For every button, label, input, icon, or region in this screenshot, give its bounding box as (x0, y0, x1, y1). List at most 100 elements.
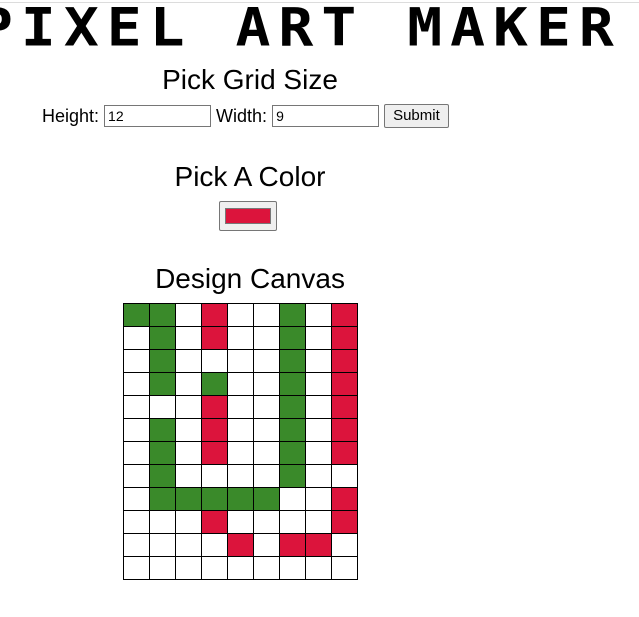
canvas-cell[interactable] (149, 418, 176, 442)
canvas-cell[interactable] (175, 418, 202, 442)
canvas-cell[interactable] (305, 372, 332, 396)
canvas-cell[interactable] (305, 349, 332, 373)
canvas-cell[interactable] (149, 441, 176, 465)
width-input[interactable] (272, 105, 380, 127)
canvas-cell[interactable] (279, 395, 306, 419)
canvas-cell[interactable] (149, 349, 176, 373)
canvas-cell[interactable] (123, 349, 150, 373)
canvas-cell[interactable] (279, 556, 306, 580)
canvas-cell[interactable] (331, 510, 358, 534)
canvas-cell[interactable] (279, 464, 306, 488)
canvas-cell[interactable] (279, 372, 306, 396)
canvas-cell[interactable] (175, 349, 202, 373)
canvas-cell[interactable] (201, 556, 228, 580)
canvas-cell[interactable] (253, 395, 280, 419)
color-picker[interactable] (219, 201, 277, 231)
canvas-cell[interactable] (175, 372, 202, 396)
canvas-cell[interactable] (253, 418, 280, 442)
canvas-cell[interactable] (123, 487, 150, 511)
canvas-cell[interactable] (123, 464, 150, 488)
canvas-cell[interactable] (149, 487, 176, 511)
canvas-cell[interactable] (149, 395, 176, 419)
canvas-cell[interactable] (201, 487, 228, 511)
canvas-cell[interactable] (175, 395, 202, 419)
canvas-cell[interactable] (201, 349, 228, 373)
canvas-cell[interactable] (305, 418, 332, 442)
canvas-cell[interactable] (331, 395, 358, 419)
canvas-cell[interactable] (227, 487, 254, 511)
canvas-cell[interactable] (227, 326, 254, 350)
canvas-cell[interactable] (279, 510, 306, 534)
canvas-cell[interactable] (331, 303, 358, 327)
canvas-cell[interactable] (305, 510, 332, 534)
canvas-cell[interactable] (253, 372, 280, 396)
canvas-cell[interactable] (331, 464, 358, 488)
canvas-cell[interactable] (123, 510, 150, 534)
canvas-cell[interactable] (149, 533, 176, 557)
canvas-cell[interactable] (149, 556, 176, 580)
canvas-cell[interactable] (253, 326, 280, 350)
canvas-cell[interactable] (175, 487, 202, 511)
canvas-cell[interactable] (331, 487, 358, 511)
canvas-cell[interactable] (305, 533, 332, 557)
canvas-cell[interactable] (331, 349, 358, 373)
canvas-cell[interactable] (175, 441, 202, 465)
canvas-cell[interactable] (175, 326, 202, 350)
canvas-cell[interactable] (175, 556, 202, 580)
canvas-cell[interactable] (149, 326, 176, 350)
canvas-cell[interactable] (253, 510, 280, 534)
canvas-cell[interactable] (253, 487, 280, 511)
canvas-cell[interactable] (227, 418, 254, 442)
canvas-cell[interactable] (305, 487, 332, 511)
canvas-cell[interactable] (305, 395, 332, 419)
canvas-cell[interactable] (123, 418, 150, 442)
submit-button[interactable]: Submit (384, 104, 449, 128)
canvas-cell[interactable] (253, 349, 280, 373)
canvas-cell[interactable] (305, 441, 332, 465)
canvas-cell[interactable] (201, 510, 228, 534)
height-input[interactable] (104, 105, 212, 127)
canvas-cell[interactable] (253, 464, 280, 488)
canvas-cell[interactable] (175, 533, 202, 557)
canvas-cell[interactable] (227, 556, 254, 580)
canvas-cell[interactable] (253, 556, 280, 580)
canvas-cell[interactable] (331, 533, 358, 557)
canvas-cell[interactable] (279, 303, 306, 327)
canvas-cell[interactable] (123, 303, 150, 327)
canvas-cell[interactable] (279, 326, 306, 350)
canvas-cell[interactable] (201, 303, 228, 327)
canvas-cell[interactable] (331, 372, 358, 396)
canvas-cell[interactable] (201, 441, 228, 465)
canvas-cell[interactable] (305, 303, 332, 327)
canvas-cell[interactable] (227, 395, 254, 419)
canvas-cell[interactable] (305, 556, 332, 580)
canvas-cell[interactable] (331, 556, 358, 580)
canvas-cell[interactable] (331, 418, 358, 442)
canvas-cell[interactable] (123, 556, 150, 580)
canvas-cell[interactable] (201, 395, 228, 419)
canvas-cell[interactable] (253, 441, 280, 465)
canvas-cell[interactable] (279, 418, 306, 442)
canvas-cell[interactable] (175, 303, 202, 327)
canvas-cell[interactable] (201, 464, 228, 488)
canvas-cell[interactable] (331, 326, 358, 350)
canvas-cell[interactable] (201, 418, 228, 442)
canvas-cell[interactable] (149, 303, 176, 327)
canvas-cell[interactable] (201, 326, 228, 350)
canvas-cell[interactable] (149, 510, 176, 534)
canvas-cell[interactable] (305, 326, 332, 350)
canvas-cell[interactable] (253, 533, 280, 557)
canvas-cell[interactable] (279, 441, 306, 465)
canvas-cell[interactable] (201, 533, 228, 557)
canvas-cell[interactable] (227, 349, 254, 373)
canvas-cell[interactable] (175, 464, 202, 488)
canvas-cell[interactable] (123, 441, 150, 465)
canvas-cell[interactable] (123, 533, 150, 557)
design-canvas[interactable] (123, 303, 358, 580)
canvas-cell[interactable] (227, 510, 254, 534)
canvas-cell[interactable] (227, 464, 254, 488)
canvas-cell[interactable] (123, 372, 150, 396)
canvas-cell[interactable] (227, 303, 254, 327)
canvas-cell[interactable] (149, 464, 176, 488)
canvas-cell[interactable] (123, 326, 150, 350)
